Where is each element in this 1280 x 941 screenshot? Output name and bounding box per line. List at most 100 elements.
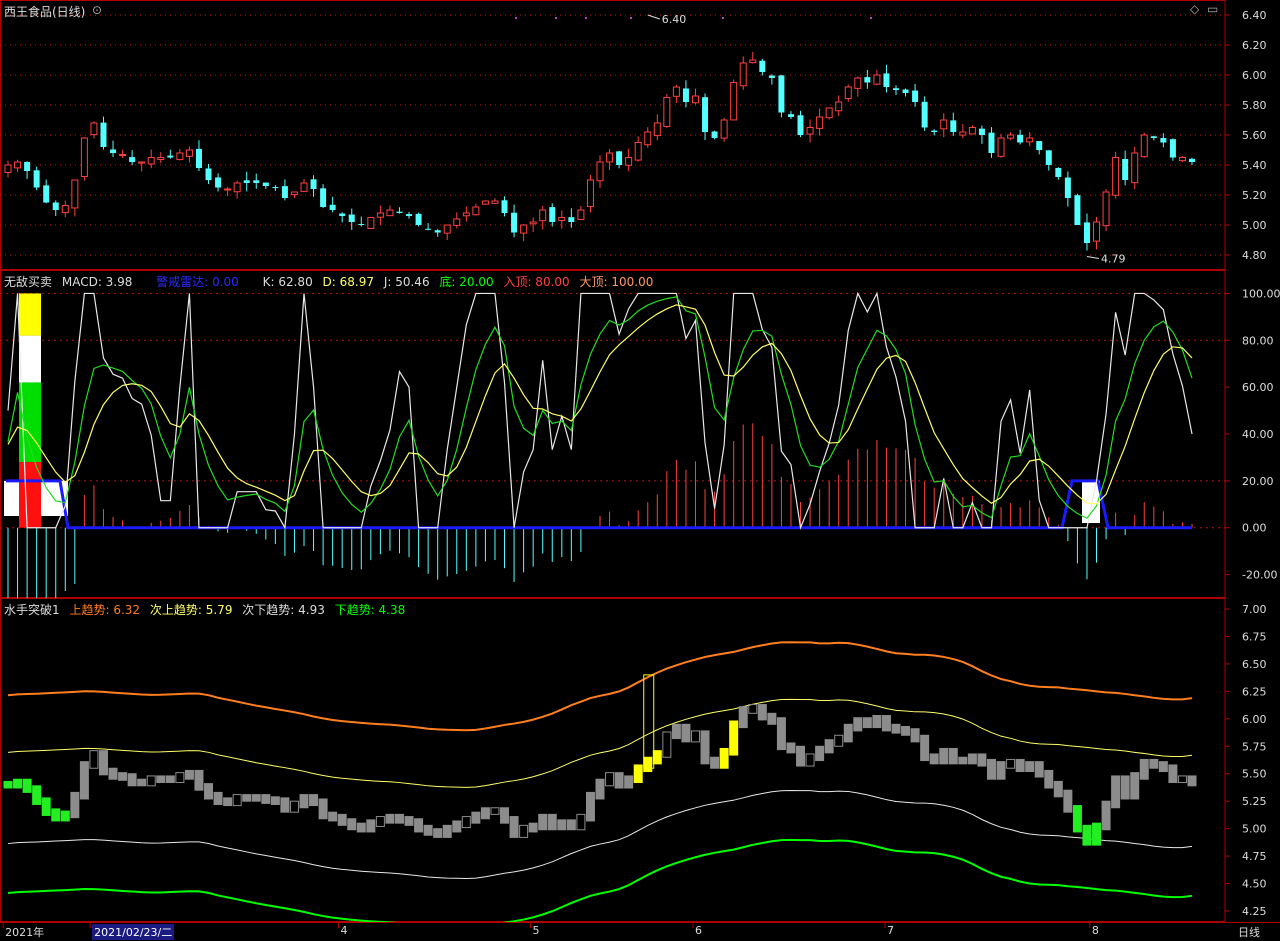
- candle-down: [978, 128, 985, 135]
- channel-bar: [423, 824, 433, 836]
- marker-dot: [585, 17, 587, 19]
- candle-down: [988, 132, 995, 153]
- candle-down: [797, 115, 804, 135]
- channel-bar: [881, 715, 891, 732]
- channel-bar: [920, 734, 930, 762]
- channel-bar: [1063, 789, 1073, 813]
- y-tick-label: 6.20: [1242, 39, 1267, 52]
- channel-bar: [671, 723, 681, 740]
- channel-bar: [146, 775, 156, 787]
- channel-bar: [996, 761, 1006, 780]
- channel-bar: [328, 811, 338, 822]
- marker-dot: [870, 17, 872, 19]
- indicator-panel-macd[interactable]: 100.00 80.00 60.00 40.00 20.00 0.00 -20.00 无敌买…: [0, 270, 1280, 634]
- channel-bar: [595, 778, 605, 800]
- candle-up: [749, 59, 757, 64]
- channel-bar: [404, 816, 414, 826]
- channel-bar: [786, 742, 796, 754]
- candle-down: [215, 177, 222, 188]
- y-tick-label: 6.75: [1242, 630, 1267, 643]
- channel-bar: [60, 810, 70, 822]
- scroll-handle-icon[interactable]: ▭: [1207, 2, 1218, 16]
- candle-down: [616, 151, 623, 165]
- candle-up: [90, 122, 98, 136]
- k-line: [7, 291, 1193, 530]
- candle-up: [453, 218, 461, 226]
- y-tick-label: 40.00: [1242, 428, 1274, 441]
- channel-bar: [461, 816, 471, 829]
- candle-down: [1122, 159, 1129, 180]
- channel-bar: [414, 818, 424, 833]
- channel-bar: [948, 747, 958, 765]
- selected-date-label[interactable]: 2021/02/23/二: [92, 924, 175, 940]
- stock-chart-window[interactable]: 6.40 6.20 6.00 5.80 5.60 5.40 5.20 5.00 4.80 6.40…: [0, 0, 1280, 941]
- period-label[interactable]: 日线: [1238, 924, 1260, 940]
- channel-bar: [347, 818, 357, 831]
- candle-up: [539, 209, 547, 222]
- channel-bar: [700, 730, 710, 765]
- channel-bar: [977, 753, 987, 767]
- signal-red: [19, 462, 41, 528]
- channel-bar: [853, 717, 863, 732]
- channel-bar: [442, 824, 452, 838]
- channel-bar: [1149, 758, 1159, 769]
- channel-bar: [710, 756, 720, 769]
- channel-bar: [270, 796, 280, 805]
- channel-bar: [452, 820, 462, 833]
- candle-up: [71, 179, 79, 209]
- candle-up: [491, 200, 499, 204]
- channel-bar: [901, 726, 911, 736]
- channel-bar: [480, 807, 490, 820]
- candle-down: [787, 114, 794, 117]
- channel-chart[interactable]: 7.00 6.75 6.50 6.25 6.00 5.75 5.50 5.25 5.00 4.75…: [0, 598, 1280, 929]
- channel-bar: [776, 717, 786, 751]
- candle-down: [1055, 168, 1062, 177]
- channel-bar: [843, 723, 853, 743]
- annot-line: [1086, 256, 1100, 259]
- candle-down: [348, 214, 355, 222]
- candle-up: [644, 131, 652, 146]
- candle-up: [176, 152, 184, 161]
- channel-bar: [986, 758, 996, 780]
- y-tick-label: 5.40: [1242, 159, 1267, 172]
- candle-down: [711, 131, 718, 138]
- price-panel[interactable]: 6.40 6.20 6.00 5.80 5.60 5.40 5.20 5.00 4.80 6.40…: [0, 0, 1280, 270]
- candle-down: [396, 211, 403, 213]
- indicator2-name: 水手突破1: [4, 603, 60, 617]
- chevron-down-icon[interactable]: ⊙: [92, 3, 102, 17]
- candle-down: [883, 73, 890, 87]
- date-axis[interactable]: 2021年 2021/02/23/二 4 5 6 7 8 日线: [0, 922, 1280, 941]
- big-top-value: 大顶: 100.00: [579, 275, 654, 289]
- channel-bar: [165, 775, 175, 784]
- macd-kdj-chart[interactable]: 100.00 80.00 60.00 40.00 20.00 0.00 -20.00: [0, 270, 1280, 634]
- candle-down: [110, 149, 117, 153]
- candle-up: [290, 191, 298, 196]
- channel-bar: [1053, 780, 1063, 798]
- candle-up: [720, 119, 728, 139]
- candle-up: [1007, 134, 1015, 139]
- diamond-icon[interactable]: ◇: [1190, 2, 1199, 16]
- channel-bar: [1025, 761, 1035, 773]
- candle-up: [61, 205, 69, 214]
- channel-bar: [280, 797, 290, 813]
- channel-bar: [1168, 764, 1178, 784]
- channel-bar: [566, 819, 576, 831]
- candle-down: [768, 75, 775, 78]
- channel-bar: [108, 767, 118, 780]
- channel-bar: [500, 807, 510, 824]
- channel-bar: [528, 822, 538, 833]
- channel-bar: [98, 750, 108, 776]
- candle-down: [253, 180, 260, 183]
- channel-bar: [127, 773, 137, 787]
- channel-bar: [929, 753, 939, 765]
- y-tick-label: 5.75: [1242, 740, 1267, 753]
- y-tick-label: 4.50: [1242, 878, 1267, 891]
- indicator-panel-channel[interactable]: 7.00 6.75 6.50 6.25 6.00 5.75 5.50 5.25 5.00 4.75…: [0, 598, 1280, 929]
- annot-line: [647, 14, 660, 20]
- signal-yellow: [19, 293, 41, 336]
- candle-down: [310, 179, 317, 189]
- candlestick-chart[interactable]: 6.40 6.20 6.00 5.80 5.60 5.40 5.20 5.00 4.80 6.40…: [0, 0, 1280, 270]
- channel-bar: [194, 769, 204, 791]
- candle-up: [1102, 191, 1110, 227]
- channel-bar: [13, 778, 23, 789]
